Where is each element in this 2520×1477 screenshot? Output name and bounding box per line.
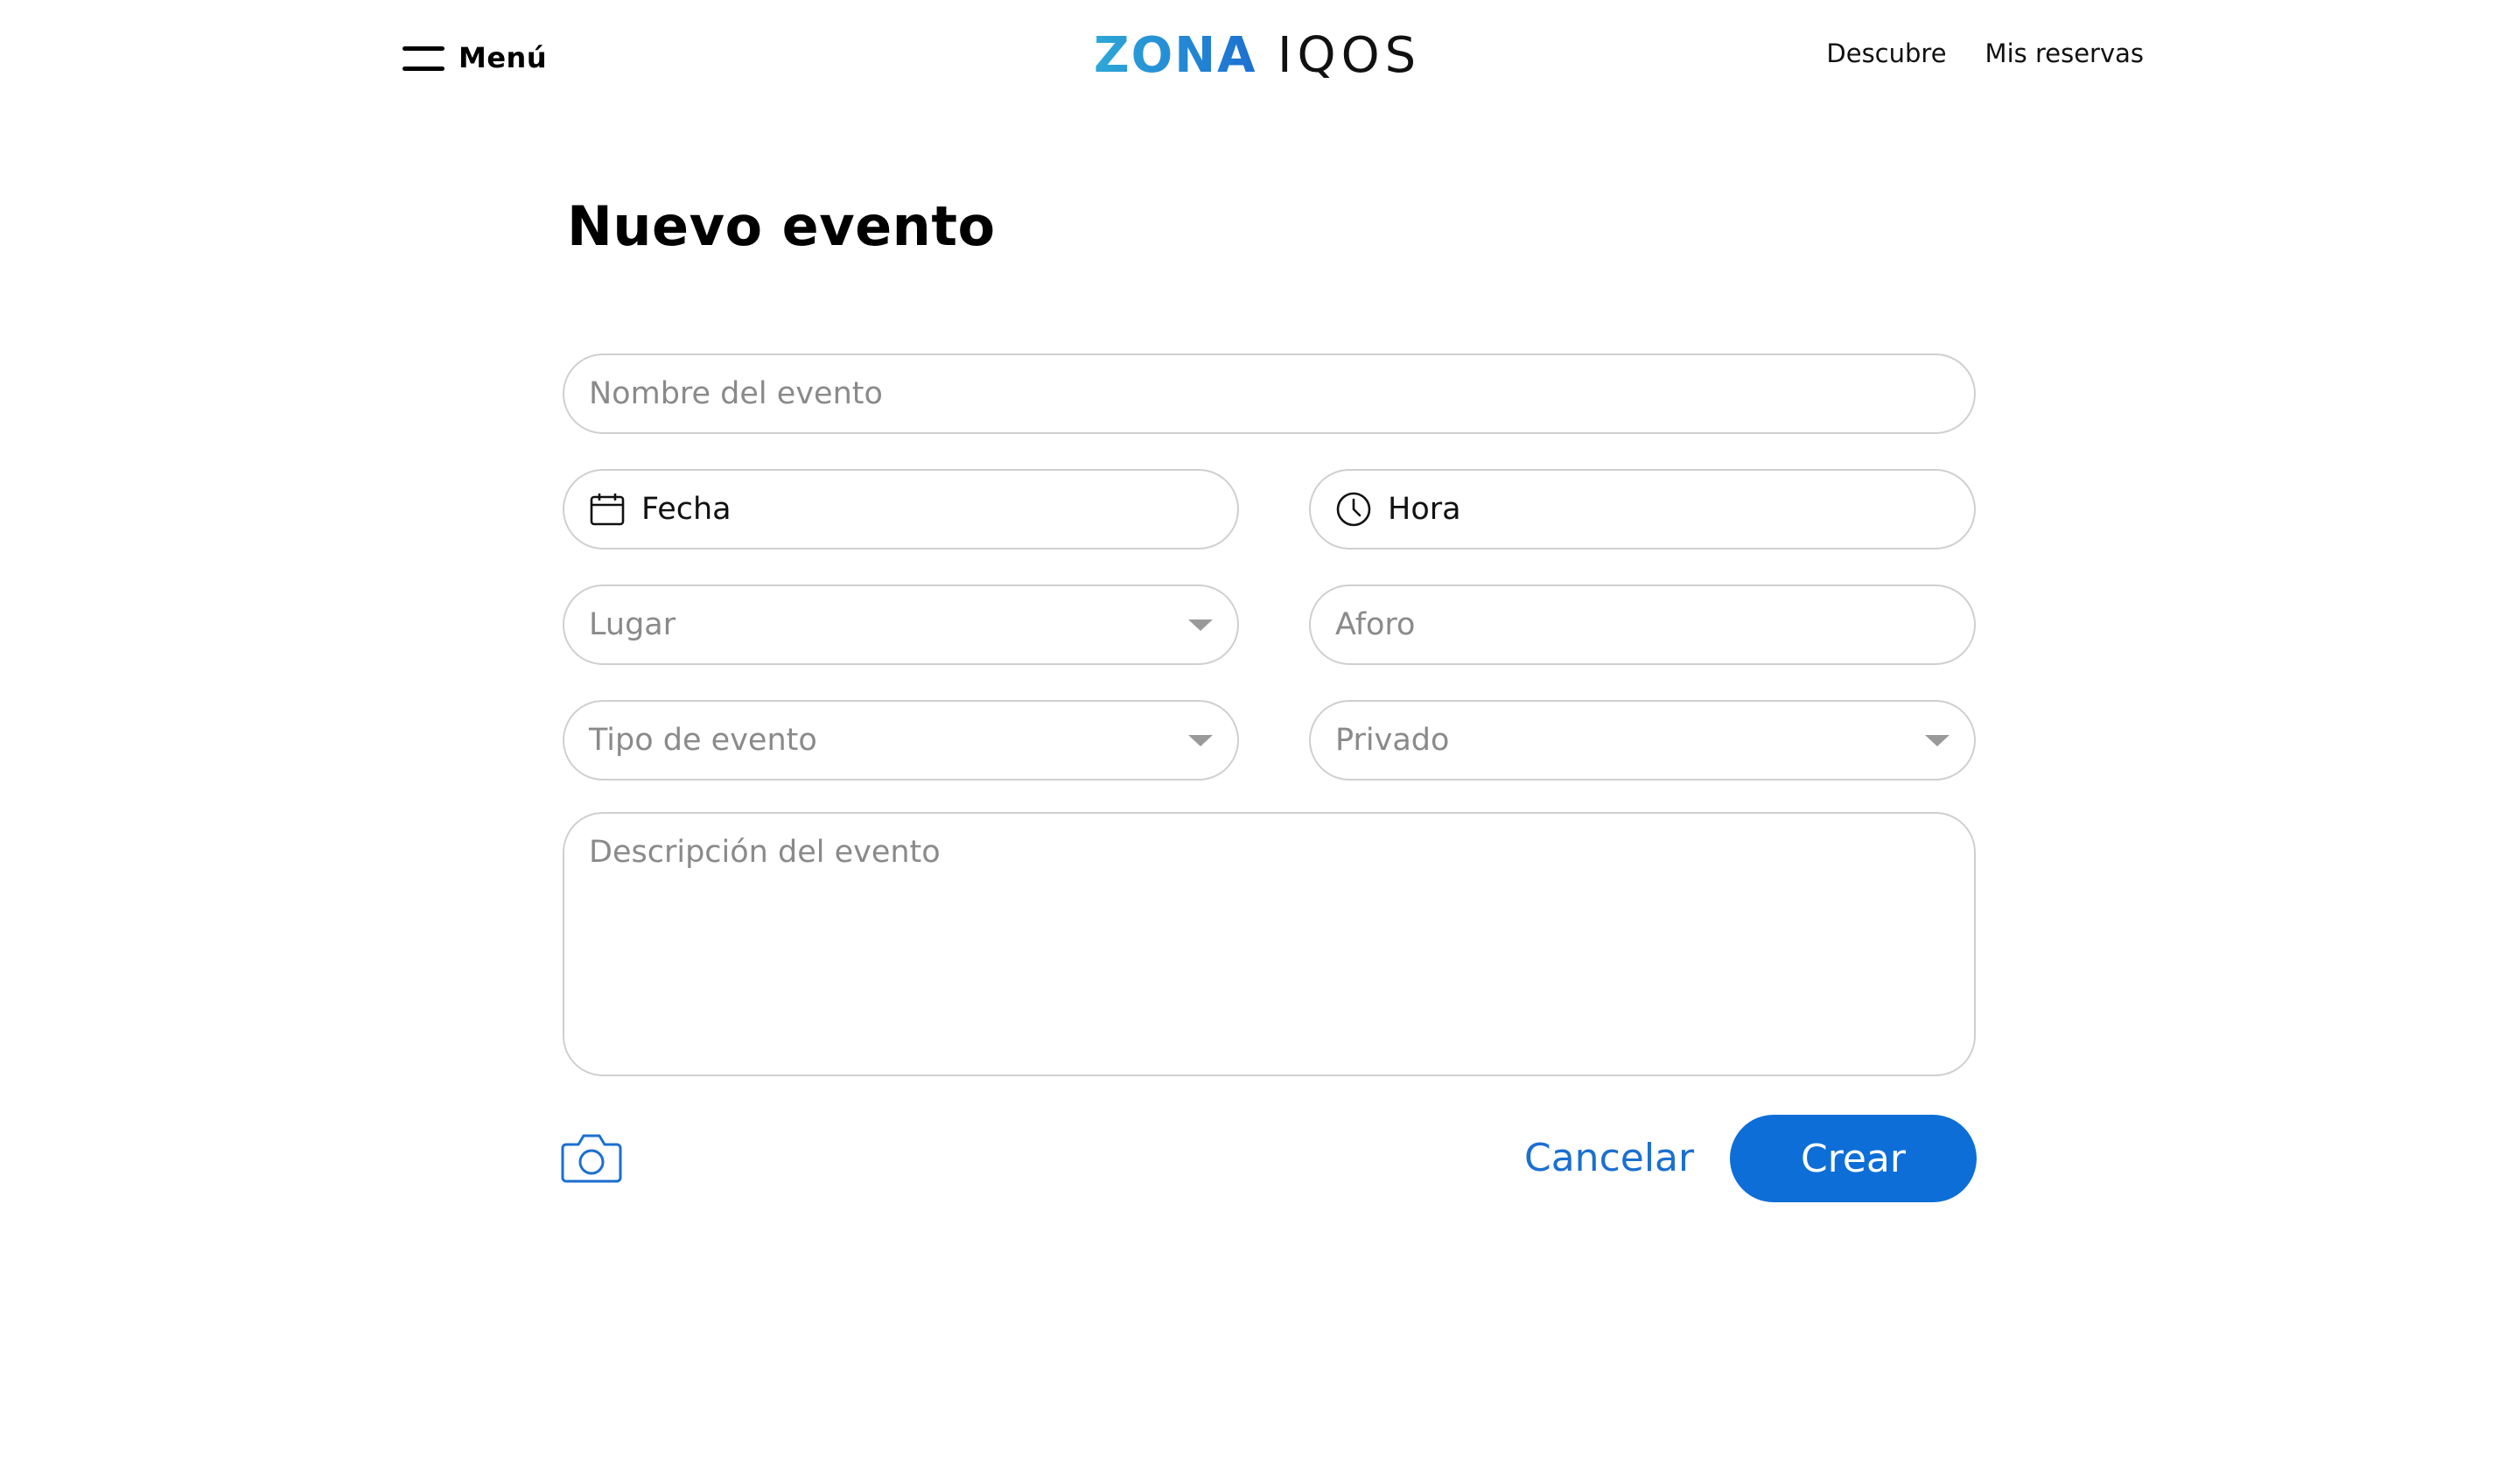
create-button[interactable]: Crear bbox=[1730, 1115, 1977, 1202]
privacy-placeholder: Privado bbox=[1335, 723, 1450, 758]
privacy-select[interactable]: Privado bbox=[1309, 700, 1976, 780]
time-field[interactable]: Hora bbox=[1309, 469, 1976, 550]
menu-label: Menú bbox=[458, 41, 548, 74]
top-nav: Descubre Mis reservas bbox=[1826, 38, 2144, 68]
clock-icon bbox=[1335, 491, 1372, 528]
nav-descubre-link[interactable]: Descubre bbox=[1826, 38, 1946, 68]
time-label: Hora bbox=[1388, 492, 1461, 527]
event-type-placeholder: Tipo de evento bbox=[589, 723, 817, 758]
hamburger-icon bbox=[402, 43, 444, 73]
logo-text-iqos: IQOS bbox=[1278, 27, 1421, 82]
camera-icon[interactable] bbox=[561, 1130, 622, 1185]
cancel-button[interactable]: Cancelar bbox=[1524, 1136, 1694, 1180]
chevron-down-icon bbox=[1188, 620, 1213, 631]
zona-iqos-logo[interactable]: ZONA IQOS bbox=[1094, 26, 1458, 82]
event-name-placeholder: Nombre del evento bbox=[589, 376, 883, 411]
calendar-icon bbox=[589, 491, 626, 528]
page-title: Nuevo evento bbox=[567, 194, 996, 258]
nav-mis-reservas-link[interactable]: Mis reservas bbox=[1985, 38, 2144, 68]
place-select[interactable]: Lugar bbox=[563, 584, 1239, 665]
description-textarea[interactable]: Descripción del evento bbox=[563, 812, 1976, 1076]
logo-text-zona: ZONA bbox=[1094, 27, 1256, 82]
description-placeholder: Descripción del evento bbox=[589, 835, 941, 870]
chevron-down-icon bbox=[1188, 735, 1213, 746]
top-header: Menú ZONA IQOS Descubre Mis reservas bbox=[0, 0, 2520, 114]
place-placeholder: Lugar bbox=[589, 607, 676, 642]
date-label: Fecha bbox=[641, 492, 732, 527]
chevron-down-icon bbox=[1925, 735, 1950, 746]
menu-button[interactable]: Menú bbox=[402, 38, 547, 77]
capacity-placeholder: Aforo bbox=[1335, 607, 1416, 642]
event-name-input[interactable]: Nombre del evento bbox=[563, 354, 1976, 434]
event-type-select[interactable]: Tipo de evento bbox=[563, 700, 1239, 780]
date-field[interactable]: Fecha bbox=[563, 469, 1239, 550]
capacity-input[interactable]: Aforo bbox=[1309, 584, 1976, 665]
